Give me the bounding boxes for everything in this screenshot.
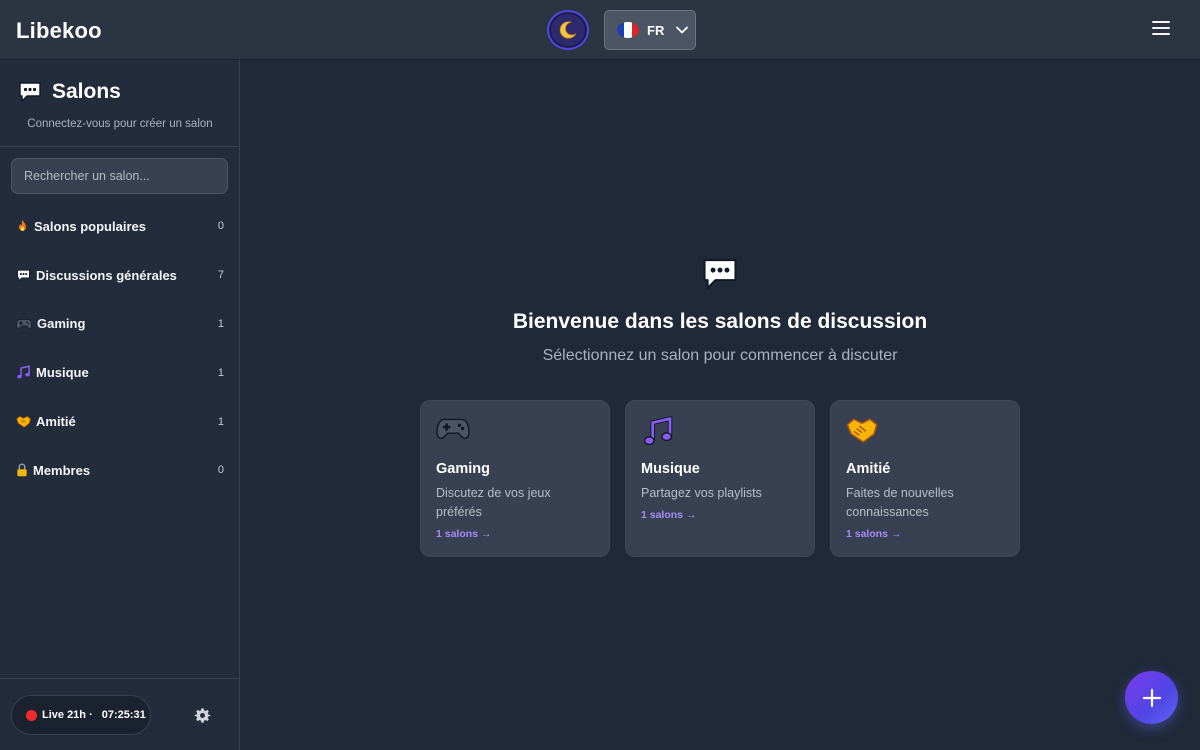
live-dot-icon	[26, 709, 37, 721]
plus-icon	[1142, 688, 1161, 707]
search-input[interactable]	[11, 158, 228, 194]
room-card-gaming[interactable]: Gaming Discutez de vos jeux préférés 1 s…	[420, 400, 610, 557]
card-description: Faites de nouvelles connaissances	[846, 486, 954, 519]
music-note-icon	[644, 415, 673, 446]
category-count: 0	[217, 220, 224, 233]
category-label: Discussions générales	[36, 267, 177, 283]
welcome-subtitle: Sélectionnez un salon pour commencer à d…	[542, 347, 898, 364]
card-description: Partagez vos playlists	[641, 486, 762, 500]
handshake-icon	[16, 416, 31, 428]
lock-icon	[17, 463, 27, 477]
main-content: Bienvenue dans les salons de discussion …	[240, 60, 1200, 750]
top-bar: Libekoo FR	[0, 0, 1200, 60]
category-count: 1	[217, 415, 224, 428]
handshake-icon	[846, 418, 878, 443]
brand-logo[interactable]: Libekoo	[16, 18, 102, 44]
language-code: FR	[647, 22, 665, 38]
category-label: Membres	[33, 462, 91, 478]
speech-bubble-icon	[19, 82, 41, 102]
category-label: Musique	[36, 365, 89, 381]
create-room-button[interactable]	[1125, 671, 1178, 724]
sidebar-footer: Live 21h · 07:25:31	[0, 678, 239, 750]
live-status-badge[interactable]: Live 21h · 07:25:31	[11, 695, 151, 735]
card-link[interactable]: 1 salons →	[846, 528, 1004, 540]
card-description: Discutez de vos jeux préférés	[436, 486, 551, 519]
category-label: Amitié	[36, 414, 76, 430]
welcome-title: Bienvenue dans les salons de discussion	[512, 310, 928, 333]
category-count: 1	[217, 317, 224, 330]
gear-icon[interactable]	[194, 707, 211, 724]
card-title: Gaming	[436, 461, 490, 477]
category-label: Gaming	[37, 316, 86, 332]
theme-toggle-button[interactable]	[547, 10, 589, 50]
category-count: 1	[217, 366, 224, 379]
music-note-icon	[17, 365, 30, 379]
sidebar-title: Salons	[18, 80, 121, 104]
france-flag-icon	[617, 22, 639, 38]
category-item-gaming[interactable]: Gaming 1	[0, 300, 240, 349]
category-count: 7	[217, 269, 224, 282]
moon-icon	[559, 21, 577, 39]
card-link[interactable]: 1 salons →	[641, 509, 799, 521]
card-title: Amitié	[846, 461, 891, 477]
chevron-down-icon	[676, 26, 689, 34]
card-link[interactable]: 1 salons →	[436, 528, 594, 540]
sidebar: Salons Connectez-vous pour créer un salo…	[0, 60, 240, 750]
category-item-general[interactable]: Discussions générales 7	[0, 251, 240, 300]
hamburger-menu-icon[interactable]	[1152, 21, 1172, 39]
live-label: Live 21h ·	[42, 709, 93, 721]
sidebar-header: Salons Connectez-vous pour créer un salo…	[0, 60, 239, 147]
category-item-members[interactable]: Membres 0	[0, 446, 240, 495]
gamepad-icon	[16, 319, 32, 329]
sidebar-subtitle: Connectez-vous pour créer un salon	[27, 118, 213, 130]
category-item-popular[interactable]: Salons populaires 0	[0, 202, 240, 251]
speech-bubble-icon	[17, 269, 30, 282]
category-label: Salons populaires	[34, 218, 146, 234]
card-title: Musique	[641, 461, 700, 477]
category-item-friendship[interactable]: Amitié 1	[0, 397, 240, 446]
language-selector[interactable]: FR	[604, 10, 696, 50]
speech-bubble-icon	[703, 259, 737, 289]
category-item-music[interactable]: Musique 1	[0, 348, 240, 397]
category-count: 0	[217, 464, 224, 477]
room-card-friendship[interactable]: Amitié Faites de nouvelles connaissances…	[830, 400, 1020, 557]
fire-icon	[19, 220, 26, 232]
category-list: Salons populaires 0 Discussions générale…	[0, 202, 240, 495]
sidebar-title-text: Salons	[52, 80, 121, 103]
room-card-music[interactable]: Musique Partagez vos playlists 1 salons …	[625, 400, 815, 557]
gamepad-icon	[436, 418, 470, 440]
live-clock: 07:25:31	[101, 709, 146, 721]
